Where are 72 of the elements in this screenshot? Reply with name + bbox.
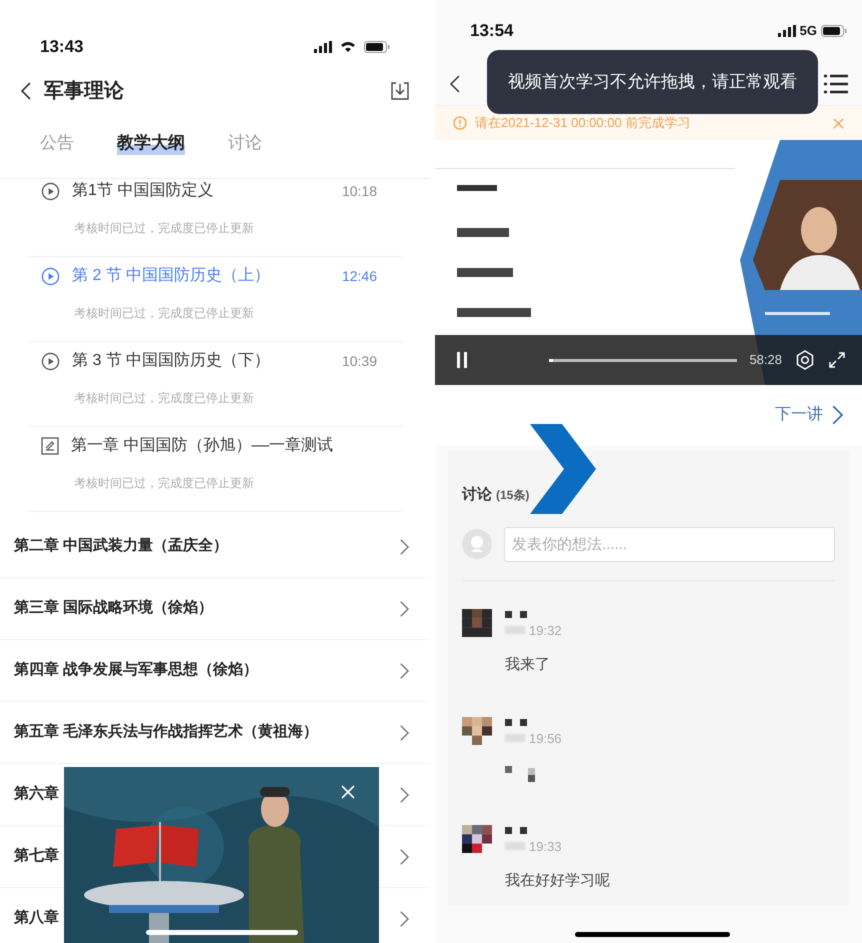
user-avatar	[462, 824, 492, 852]
user-avatar	[462, 608, 492, 636]
chevron-right-icon	[399, 724, 410, 742]
back-icon[interactable]	[449, 72, 461, 94]
warning-icon	[453, 116, 467, 130]
deadline-notice: 请在2021-12-31 00:00:00 前完成学习	[475, 114, 690, 132]
edit-icon	[41, 437, 59, 455]
video-duration: 58:28	[749, 351, 782, 370]
fullscreen-icon[interactable]	[828, 351, 846, 369]
back-icon[interactable]	[20, 81, 32, 101]
chevron-right-icon	[399, 600, 410, 618]
chapter-title[interactable]: 第三章 国际战略环境（徐焰）	[14, 597, 214, 620]
comment-text: 我在好好学习呢	[505, 871, 610, 891]
settings-icon[interactable]	[794, 349, 816, 371]
chapter-title[interactable]: 第四章 战争发展与军事思想（徐焰）	[14, 659, 258, 682]
comment-input[interactable]: 发表你的想法......	[504, 526, 835, 562]
pixelated-name	[505, 826, 527, 834]
lesson-title[interactable]: 第1节 中国国防定义	[72, 179, 214, 203]
pause-icon[interactable]	[457, 352, 467, 368]
discussion-title: 讨论	[462, 485, 492, 505]
status-time: 13:43	[40, 36, 84, 58]
chapter-title[interactable]: 第二章 中国武装力量（孟庆全）	[14, 535, 228, 558]
pixelated-text	[505, 766, 537, 782]
signal-icon	[778, 25, 796, 37]
lesson-note: 考核时间已过，完成度已停止更新	[73, 305, 255, 322]
chapter-title[interactable]: 第八章	[14, 907, 59, 930]
lesson-duration: 10:18	[342, 182, 377, 200]
pixelated-name	[505, 610, 527, 618]
lesson-duration: 12:46	[342, 266, 377, 286]
lesson-note: 考核时间已过，完成度已停止更新	[73, 475, 255, 492]
chapter-title[interactable]: 第七章	[14, 845, 59, 868]
network-label: 5G	[800, 22, 817, 40]
comment-time: 19:33	[529, 838, 562, 856]
discussion-count: (15条)	[496, 487, 530, 504]
chevron-right-icon	[399, 662, 410, 680]
lesson-title[interactable]: 第 2 节 中国国防历史（上）	[72, 264, 270, 288]
user-avatar	[462, 716, 492, 744]
page-title: 军事理论	[44, 79, 124, 104]
toast: 视频首次学习不允许拖拽，请正常观看	[487, 50, 818, 114]
chevron-right-icon	[830, 404, 844, 426]
lesson-note: 考核时间已过，完成度已停止更新	[73, 390, 255, 407]
play-icon	[41, 182, 60, 200]
wifi-icon	[340, 41, 356, 53]
pixelated-name	[505, 718, 527, 726]
comment-time: 19:56	[529, 730, 562, 748]
lesson-title[interactable]: 第一章 中国国防（孙旭）––一章测试	[71, 434, 334, 458]
battery-icon	[364, 41, 390, 53]
chevron-right-icon	[399, 848, 410, 866]
pixelated-date	[505, 734, 525, 742]
avatar-icon	[462, 529, 492, 559]
play-icon	[41, 352, 60, 370]
pixelated-date	[505, 842, 525, 850]
play-icon	[41, 266, 60, 286]
download-icon[interactable]	[390, 81, 410, 101]
pixelated-date	[505, 626, 525, 634]
status-time: 13:54	[470, 20, 514, 42]
lesson-title[interactable]: 第 3 节 中国国防历史（下）	[72, 349, 270, 373]
chevron-right-icon	[399, 538, 410, 556]
chapter-title[interactable]: 第六章	[14, 783, 59, 806]
lesson-note: 考核时间已过，完成度已停止更新	[73, 220, 255, 237]
signal-icon	[314, 41, 332, 53]
chapter-title[interactable]: 第五章 毛泽东兵法与作战指挥艺术（黄祖海）	[14, 721, 318, 744]
menu-icon[interactable]	[824, 74, 848, 94]
progress-track[interactable]	[549, 358, 738, 362]
lesson-duration: 10:39	[342, 352, 377, 370]
comment-time: 19:32	[529, 622, 562, 640]
battery-icon	[821, 25, 847, 37]
chevron-arrow-icon	[530, 424, 596, 514]
chevron-right-icon	[399, 910, 410, 928]
comment-text: 我来了	[505, 655, 551, 675]
chevron-right-icon	[399, 786, 410, 804]
next-lecture-link[interactable]: 下一讲	[774, 403, 844, 427]
